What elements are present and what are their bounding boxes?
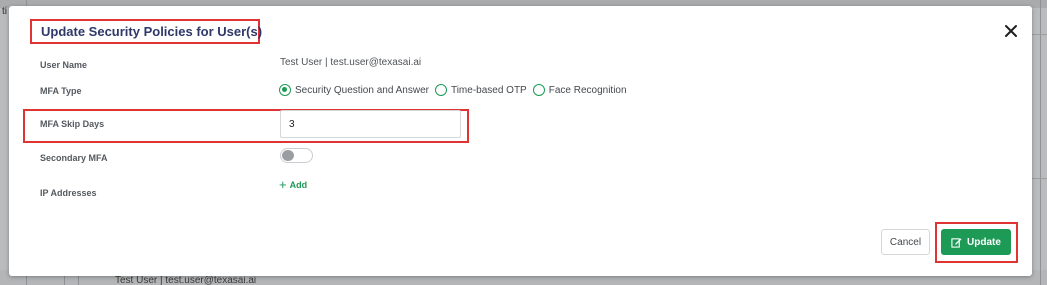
modal-title: Update Security Policies for User(s) [41, 24, 263, 39]
mfa-skip-days-label: MFA Skip Days [40, 119, 105, 129]
mfa-option-time-based-otp[interactable]: Time-based OTP [434, 84, 527, 96]
add-ip-address-link[interactable]: + Add [279, 177, 308, 192]
toggle-knob [282, 150, 294, 161]
mfa-option-face-recognition[interactable]: Face Recognition [532, 84, 627, 96]
background-divider [1032, 34, 1047, 35]
mfa-type-radio-group: Security Question and Answer Time-based … [279, 83, 633, 97]
background-divider [1032, 178, 1047, 179]
mfa-skip-days-input[interactable] [280, 110, 461, 138]
mfa-option-label: Face Recognition [548, 84, 627, 96]
update-label: Update [967, 236, 1001, 248]
edit-icon [951, 237, 962, 248]
secondary-mfa-label: Secondary MFA [40, 153, 108, 163]
mfa-option-label: Time-based OTP [450, 84, 527, 96]
mfa-option-security-question[interactable]: Security Question and Answer [279, 84, 429, 96]
add-label: Add [289, 180, 308, 190]
mfa-type-label: MFA Type [40, 86, 82, 96]
user-name-value: Test User | test.user@texasai.ai [280, 57, 422, 68]
user-name-label: User Name [40, 60, 88, 70]
close-icon [1005, 25, 1017, 37]
modal-title-highlight: Update Security Policies for User(s) [30, 19, 263, 44]
radio-button-checked[interactable] [279, 84, 291, 96]
plus-icon: + [279, 177, 287, 192]
cancel-button[interactable]: Cancel [881, 229, 930, 255]
radio-button[interactable] [434, 84, 447, 96]
radio-button[interactable] [532, 84, 545, 96]
close-button[interactable] [1003, 23, 1019, 39]
background-text: ti [2, 6, 7, 17]
background-row-text: Test User | test.user@texasai.ai [115, 275, 257, 285]
update-button[interactable]: Update [941, 229, 1011, 255]
secondary-mfa-toggle[interactable] [280, 148, 313, 163]
ip-addresses-label: IP Addresses [40, 188, 97, 198]
background-divider [1040, 0, 1041, 285]
security-policy-modal: Update Security Policies for User(s) Use… [9, 6, 1032, 276]
mfa-option-label: Security Question and Answer [295, 84, 429, 96]
